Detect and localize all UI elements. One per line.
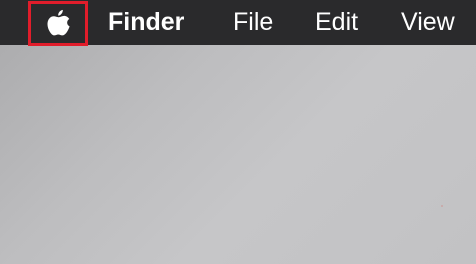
menu-item-view[interactable]: View [401,0,455,45]
apple-menu-button[interactable] [28,1,88,46]
menu-item-edit[interactable]: Edit [315,0,358,45]
desktop-background[interactable] [0,45,476,264]
menu-app-name[interactable]: Finder [108,0,184,45]
desktop-speck [441,205,443,207]
menu-bar: Finder File Edit View [0,0,476,46]
menu-item-file[interactable]: File [233,0,273,45]
apple-logo-icon [47,9,70,36]
